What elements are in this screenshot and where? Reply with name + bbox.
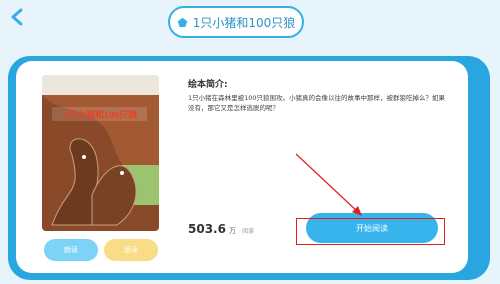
annotation-highlight-box: [296, 218, 445, 245]
pentagon-icon: [177, 16, 189, 28]
intro-description: 1只小猪在森林里被100只狼围攻。小猪真的会像以往的故事中那样，被群狼吃掉么？如…: [188, 94, 446, 112]
reads-count: 503.6 万 阅读: [188, 222, 254, 236]
page-title-pill: 1只小猪和100只狼: [168, 6, 304, 38]
cover-title: 1只小猪和100只狼: [63, 109, 138, 120]
follow-read-button[interactable]: 跟读: [104, 239, 158, 261]
back-button[interactable]: [6, 8, 28, 30]
book-cover-illustration: 1只小猪和100只狼: [42, 75, 159, 231]
read-aloud-button[interactable]: 朗读: [44, 239, 98, 261]
chevron-left-icon: [9, 8, 25, 30]
page-title: 1只小猪和100只狼: [192, 15, 296, 30]
reads-unit: 万: [228, 227, 236, 235]
intro-heading: 绘本简介:: [188, 80, 228, 90]
book-cover[interactable]: 1只小猪和100只狼: [42, 75, 159, 231]
reads-label: 阅读: [241, 228, 254, 235]
reads-value: 503.6: [188, 222, 226, 236]
